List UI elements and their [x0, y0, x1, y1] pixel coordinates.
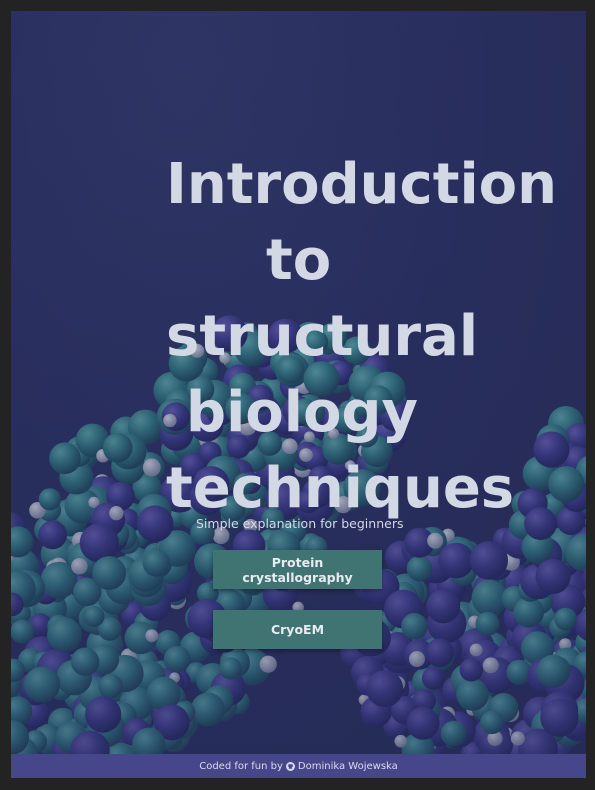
page-title: Introduction to structural biology techn… [166, 147, 576, 527]
page-frame: Introduction to structural biology techn… [11, 11, 586, 778]
title-line: biology [186, 380, 419, 445]
title-line: to [266, 228, 332, 293]
page-subtitle: Simple explanation for beginners [196, 516, 404, 531]
title-line: structural [166, 304, 479, 369]
protein-crystallography-button[interactable]: Protein crystallography [213, 550, 382, 589]
footer: Coded for fun by Dominika Wojewska [11, 754, 586, 778]
hero-section: Introduction to structural biology techn… [11, 11, 586, 754]
github-icon [285, 761, 295, 771]
author-link[interactable]: Dominika Wojewska [298, 761, 398, 772]
title-line: Introduction [166, 152, 558, 217]
cryoem-button[interactable]: CryoEM [213, 610, 382, 649]
footer-credit-text: Coded for fun by [199, 760, 283, 772]
